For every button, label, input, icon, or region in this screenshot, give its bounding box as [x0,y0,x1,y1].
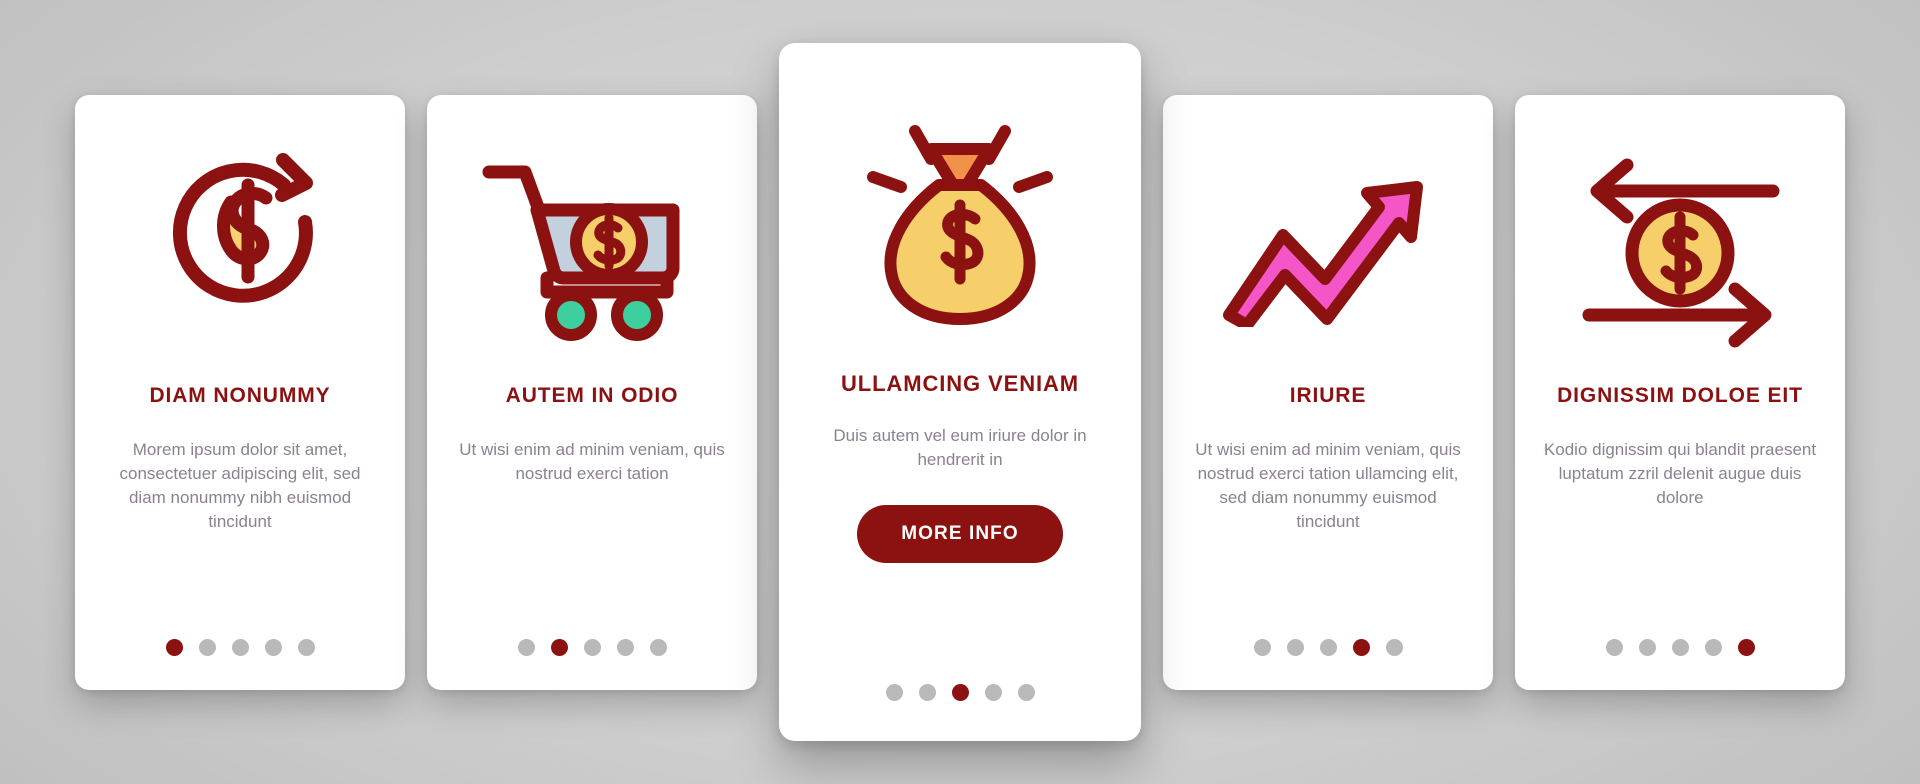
card-icon-wrapper [1539,125,1821,380]
money-bag-icon [866,124,1053,325]
onboarding-card-2: AUTEM IN ODIO Ut wisi enim ad minim venia… [427,94,757,690]
pagination-dot-4-active[interactable] [1352,638,1370,656]
onboarding-card-3: ULLAMCING VENIAM Duis autem vel eum iriur… [779,43,1141,741]
pagination-dot-2[interactable] [198,638,216,656]
pagination-dot-3[interactable] [1671,638,1689,656]
pagination-dot-1-active[interactable] [165,638,183,656]
card-description: Morem ipsum dolor sit amet, consectetuer… [119,439,361,532]
onboarding-card-5: DIGNISSIM DOLOE EIT Kodio dignissim qui b… [1515,94,1845,690]
pagination-dot-5[interactable] [1017,684,1035,701]
growth-arrow-icon [1222,181,1423,327]
pagination-dot-4[interactable] [616,638,634,656]
pagination-dot-1[interactable] [517,638,535,656]
card-icon-wrapper [451,125,733,380]
pagination-dot-5-active[interactable] [1737,638,1755,656]
money-exchange-coin-icon [1582,158,1779,347]
pagination-dot-5[interactable] [649,638,667,656]
card-title: DIAM NONUMMY [149,383,331,407]
card-title: IRIURE [1289,383,1367,407]
onboarding-card-4: IRIURE Ut wisi enim ad minim veniam, quis… [1163,94,1493,690]
card-title: ULLAMCING VENIAM [840,371,1080,396]
card-icon-wrapper [1187,125,1469,380]
pagination-dots [1605,638,1755,656]
shopping-cart-coin-icon [482,165,680,341]
card-description: Ut wisi enim ad minim veniam, quis nostr… [459,439,725,483]
pagination-dot-2-active[interactable] [550,638,568,656]
card-icon-wrapper [99,125,381,380]
pagination-dot-4[interactable] [984,684,1002,701]
pagination-dot-2[interactable] [1638,638,1656,656]
pagination-dots [165,638,315,656]
pagination-dot-3[interactable] [1319,638,1337,656]
pagination-dot-1[interactable] [885,684,903,701]
card-description: Duis autem vel eum iriure dolor in hendr… [833,426,1087,470]
pagination-dot-2[interactable] [1286,638,1304,656]
card-description: Kodio dignissim qui blandit praesent lup… [1543,439,1817,507]
pagination-dot-3-active[interactable] [951,684,969,701]
pagination-dot-4[interactable] [264,638,282,656]
onboarding-card-1: DIAM NONUMMY Morem ipsum dolor sit amet, … [75,94,405,690]
pagination-dot-3[interactable] [231,638,249,656]
card-title: DIGNISSIM DOLOE EIT [1557,383,1803,407]
dollar-refresh-circle-icon [172,152,313,303]
pagination-dot-5[interactable] [1385,638,1403,656]
more-info-button[interactable]: MORE INFO [857,504,1063,563]
pagination-dot-2[interactable] [918,684,936,701]
pagination-dots [517,638,667,656]
pagination-dots [1253,638,1403,656]
pagination-dot-4[interactable] [1704,638,1722,656]
pagination-dot-5[interactable] [297,638,315,656]
onboarding-card-carousel: DIAM NONUMMY Morem ipsum dolor sit amet, … [0,0,1920,784]
pagination-dot-1[interactable] [1253,638,1271,656]
card-title: AUTEM IN ODIO [505,383,679,407]
pagination-dot-1[interactable] [1605,638,1623,656]
pagination-dots [885,684,1035,701]
card-description: Ut wisi enim ad minim veniam, quis nostr… [1195,439,1461,532]
pagination-dot-3[interactable] [583,638,601,656]
card-icon-wrapper [805,77,1115,367]
